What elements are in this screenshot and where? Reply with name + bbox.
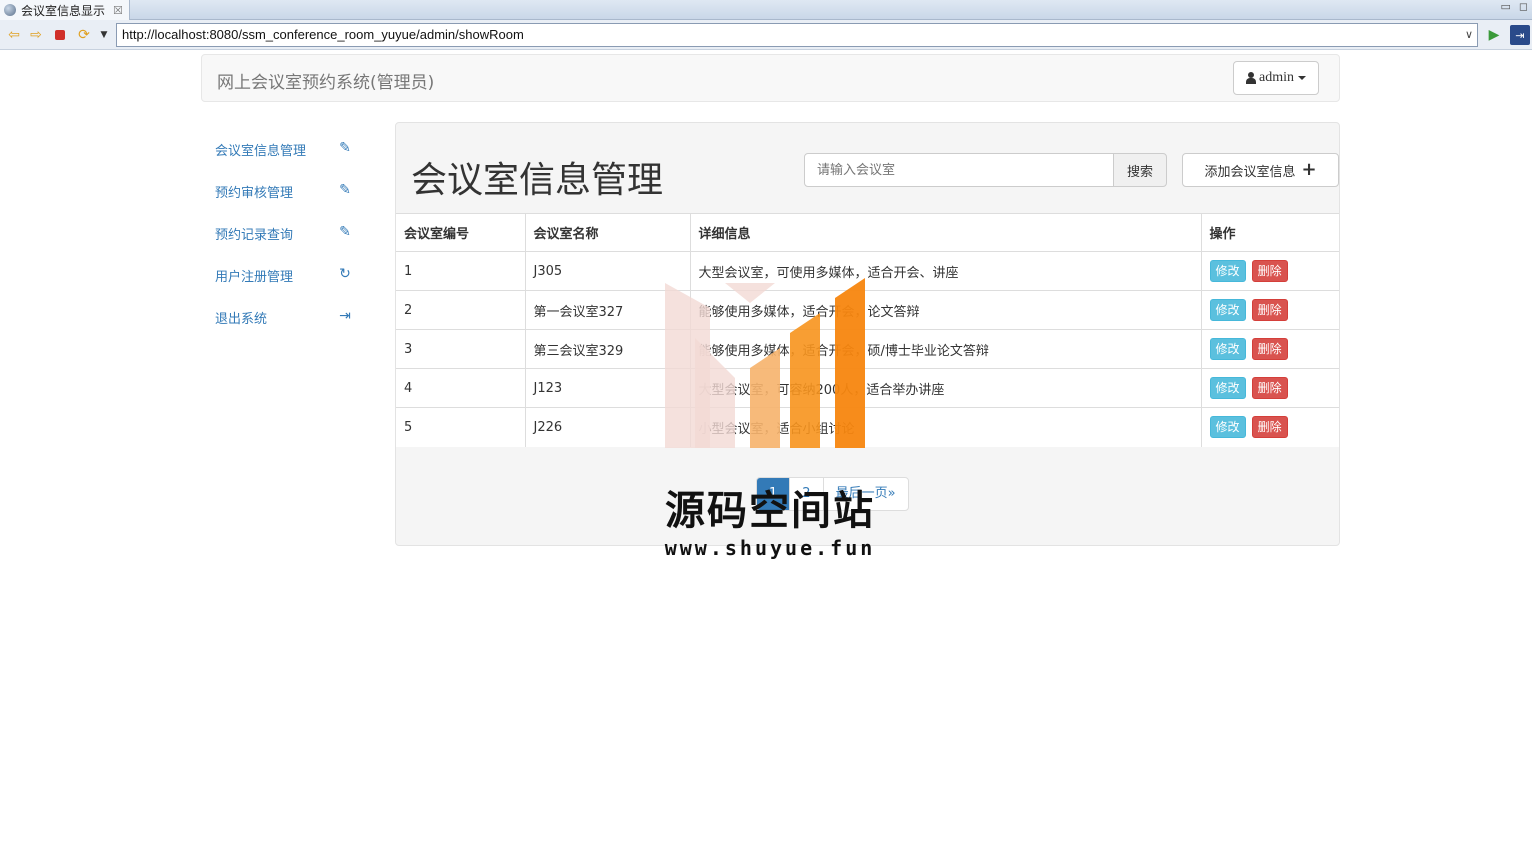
sidebar-item-logout[interactable]: 退出系统 ⇥ [215,296,355,338]
stop-icon[interactable] [50,25,70,45]
page-link-1[interactable]: 1 [757,478,791,510]
delete-button[interactable]: 删除 [1251,416,1288,439]
pencil-icon: ✎ [339,182,351,198]
pencil-icon: ✎ [339,224,351,240]
search-input[interactable] [804,153,1114,187]
delete-button[interactable]: 删除 [1251,260,1288,282]
column-header: 操作 [1201,213,1339,252]
tab-title: 会议室信息显示 [21,3,106,18]
refresh-icon[interactable]: ⟳ [74,25,94,45]
app-header: 网上会议室预约系统(管理员) admin [201,54,1340,102]
url-dropdown-icon[interactable]: ∨ [1465,24,1473,46]
room-detail: 大型会议室，可容纳200人，适合举办讲座 [690,368,1202,408]
edit-button[interactable]: 修改 [1209,377,1246,399]
caret-down-icon [1298,76,1306,80]
refresh-icon: ↻ [339,266,351,282]
url-field[interactable]: http://localhost:8080/ssm_conference_roo… [116,23,1478,47]
brand-title[interactable]: 网上会议室预约系统(管理员) [217,68,434,93]
room-detail: 小型会议室，适合小组讨论 [690,407,1202,447]
room-name: J305 [525,251,691,291]
globe-icon [4,4,16,16]
minimize-icon[interactable]: ▭ [1500,0,1510,13]
close-tab-icon[interactable]: ☒ [113,4,123,17]
row-actions: 修改 删除 [1201,290,1339,330]
sidebar-nav: 会议室信息管理 ✎ 预约审核管理 ✎ 预约记录查询 ✎ 用户注册管理 ↻ 退出系… [215,128,355,338]
table-row: 4 J123 大型会议室，可容纳200人，适合举办讲座 修改 删除 [396,368,1339,408]
browser-tab[interactable]: 会议室信息显示 ☒ [0,0,130,20]
dropdown-icon[interactable]: ▼ [94,25,114,45]
sidebar-item-booking-review[interactable]: 预约审核管理 ✎ [215,170,355,212]
sidebar-item-label: 用户注册管理 [215,269,294,285]
edit-button[interactable]: 修改 [1209,260,1246,282]
table-row: 5 J226 小型会议室，适合小组讨论 修改 删除 [396,407,1339,447]
room-name: 第一会议室327 [525,290,691,330]
add-room-button[interactable]: 添加会议室信息 + [1182,153,1339,187]
page-link-2[interactable]: 2 [790,478,824,510]
delete-button[interactable]: 删除 [1251,338,1288,360]
user-icon [1246,72,1256,84]
sidebar-item-label: 预约记录查询 [215,227,294,243]
maximize-icon[interactable]: ◻ [1519,0,1528,13]
browser-tab-bar: 会议室信息显示 ☒ ▭ ◻ [0,0,1532,20]
row-actions: 修改 删除 [1201,407,1339,447]
room-name: J123 [525,368,691,408]
column-header: 详细信息 [690,213,1202,252]
sidebar-item-label: 会议室信息管理 [215,143,307,159]
room-name: 第三会议室329 [525,329,691,369]
edit-button[interactable]: 修改 [1209,416,1246,439]
sidebar-item-booking-records[interactable]: 预约记录查询 ✎ [215,212,355,254]
room-detail: 能够使用多媒体，适合开会，论文答辩 [690,290,1202,330]
rooms-table: 会议室编号 会议室名称 详细信息 操作 1 J305 大型会议室，可使用多媒体，… [396,213,1339,447]
main-panel: 会议室信息管理 搜索 添加会议室信息 + 会议室编号 会议室名称 详细信息 操作… [395,122,1340,546]
browser-nav-bar: ⇦ ⇨ ⟳ ▼ http://localhost:8080/ssm_confer… [0,20,1532,50]
room-detail: 能够使用多媒体，适合开会，硕/博士毕业论文答辩 [690,329,1202,369]
table-row: 2 第一会议室327 能够使用多媒体，适合开会，论文答辩 修改 删除 [396,290,1339,330]
search-button[interactable]: 搜索 [1113,153,1167,187]
room-id: 1 [396,251,526,291]
room-detail: 大型会议室，可使用多媒体，适合开会、讲座 [690,251,1202,291]
room-id: 5 [396,407,526,447]
room-name: J226 [525,407,691,447]
sidebar-item-label: 退出系统 [215,311,268,327]
username: admin [1259,70,1294,85]
page-title: 会议室信息管理 [411,160,664,201]
sidebar-item-user-registration[interactable]: 用户注册管理 ↻ [215,254,355,296]
add-room-label: 添加会议室信息 [1204,164,1296,180]
url-text: http://localhost:8080/ssm_conference_roo… [122,27,524,42]
forward-icon[interactable]: ⇨ [26,25,46,45]
go-icon[interactable]: ▶ [1484,25,1504,45]
logout-icon: ⇥ [339,308,351,324]
table-header-row: 会议室编号 会议室名称 详细信息 操作 [396,213,1339,252]
pencil-icon: ✎ [339,140,351,156]
edit-button[interactable]: 修改 [1209,299,1246,321]
table-row: 3 第三会议室329 能够使用多媒体，适合开会，硕/博士毕业论文答辩 修改 删除 [396,329,1339,369]
column-header: 会议室编号 [396,213,526,252]
table-row: 1 J305 大型会议室，可使用多媒体，适合开会、讲座 修改 删除 [396,251,1339,291]
back-icon[interactable]: ⇦ [4,25,24,45]
last-page-link[interactable]: 最后一页» [824,478,908,510]
window-controls: ▭ ◻ [1500,0,1528,13]
room-id: 4 [396,368,526,408]
delete-button[interactable]: 删除 [1251,377,1288,399]
sidebar-item-label: 预约审核管理 [215,185,294,201]
row-actions: 修改 删除 [1201,251,1339,291]
edit-button[interactable]: 修改 [1209,338,1246,360]
sidebar-item-room-management[interactable]: 会议室信息管理 ✎ [215,128,355,170]
pagination: 1 2 最后一页» [756,477,909,511]
user-menu-button[interactable]: admin [1233,61,1319,95]
column-header: 会议室名称 [525,213,691,252]
browser-menu-icon[interactable]: ⇥ [1510,25,1530,45]
delete-button[interactable]: 删除 [1251,299,1288,321]
plus-icon: + [1301,159,1317,180]
row-actions: 修改 删除 [1201,368,1339,408]
row-actions: 修改 删除 [1201,329,1339,369]
room-id: 2 [396,290,526,330]
room-id: 3 [396,329,526,369]
